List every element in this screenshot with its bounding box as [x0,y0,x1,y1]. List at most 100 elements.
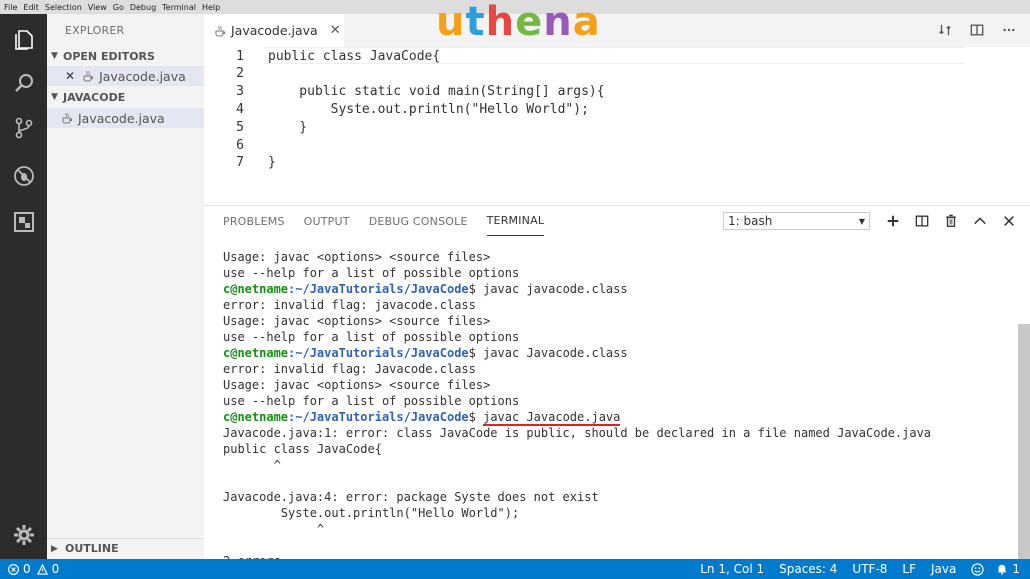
explorer-title: EXPLORER [65,24,125,37]
open-editors-label: OPEN EDITORS [63,49,155,63]
feedback-smiley-icon[interactable] [971,562,984,576]
settings-gear-icon[interactable] [10,521,37,548]
editor-tab-bar: Javacode.java ✕ [204,14,1030,47]
warning-count[interactable]: 0 [52,562,60,576]
terminal-command: $ javac javacode.class [468,282,628,296]
line-number: 7 [236,155,244,171]
split-editor-icon[interactable] [968,22,986,38]
prompt-path: :~/JavaTutorials/JavaCode [288,410,469,424]
menu-selection[interactable]: Selection [45,3,82,12]
logo-letter: n [543,0,573,45]
java-file-icon [62,112,72,124]
terminal-prompt-symbol: $ [468,410,484,424]
file-tree-item[interactable]: Javacode.java [47,108,204,128]
uthena-logo: uthena [436,0,601,45]
bottom-panel: PROBLEMS OUTPUT DEBUG CONSOLE TERMINAL 1… [204,205,1030,579]
code-text: public static void main(String[] args){ [268,84,605,100]
explorer-sidebar: EXPLORER ▼ OPEN EDITORS ✕ Javacode.java … [47,14,204,559]
chevron-down-icon: ▼ [51,92,58,102]
menu-view[interactable]: View [88,3,107,12]
terminal-line: Usage: javac <options> <source files> [223,378,491,392]
error-count[interactable]: 0 [23,562,31,576]
terminal-select[interactable]: 1: bash ▼ [723,212,870,230]
tab-terminal[interactable]: TERMINAL [486,206,545,236]
search-icon[interactable] [10,69,37,96]
line-number: 1 [236,48,244,64]
open-changes-icon[interactable] [936,22,954,38]
line-number: 3 [236,84,244,100]
menu-terminal[interactable]: Terminal [162,3,196,12]
code-line: 5 } [204,118,1030,136]
more-actions-icon[interactable] [1000,22,1018,38]
code-line: 3 public static void main(String[] args)… [204,83,1030,101]
terminal-line: Usage: javac <options> <source files> [223,314,491,328]
indentation[interactable]: Spaces: 4 [779,562,837,576]
terminal-line: use --help for a list of possible option… [223,330,520,344]
code-line: 6 [204,136,1030,154]
open-editor-item[interactable]: ✕ Javacode.java [47,66,204,86]
prompt-user: c@netname [223,282,289,296]
terminal-line: public class JavaCode{ [223,442,382,456]
warning-icon[interactable] [36,563,48,575]
menu-debug[interactable]: Debug [130,3,156,12]
tab-problems[interactable]: PROBLEMS [223,206,285,236]
trash-icon[interactable] [942,212,960,230]
terminal-line: Syste.out.println("Hello World"); [223,506,520,520]
editor-tab[interactable]: Javacode.java ✕ [204,14,344,47]
notification-count[interactable]: 1 [1012,562,1020,576]
error-icon[interactable] [8,563,19,575]
code-editor[interactable]: 1 public class JavaCode{2 3 public static … [204,47,1030,202]
explorer-icon[interactable] [10,26,37,53]
chevron-down-icon: ▼ [51,51,58,61]
highlighted-command: javac Javacode.java [483,410,621,426]
terminal-line: error: invalid flag: javacode.class [223,298,476,312]
code-line: 1 public class JavaCode{ [204,47,1030,65]
terminal-command: $ javac Javacode.class [468,346,628,360]
project-section[interactable]: ▼ JAVACODE [47,87,204,107]
close-icon[interactable]: ✕ [65,69,75,83]
code-text: Syste.out.println("Hello World"); [268,101,589,117]
terminal-error-line: Javacode.java:4: error: package Syste do… [223,490,599,504]
code-line: 2 [204,65,1030,83]
logo-letter: u [436,0,466,45]
prompt-path: :~/JavaTutorials/JavaCode [288,346,469,360]
new-terminal-icon[interactable] [884,212,902,230]
source-control-icon[interactable] [10,114,37,141]
notification-bell-icon[interactable] [996,563,1008,575]
close-panel-icon[interactable] [1000,212,1018,230]
cursor-position[interactable]: Ln 1, Col 1 [700,562,764,576]
tab-output[interactable]: OUTPUT [304,206,350,236]
logo-letter: h [485,0,516,45]
extensions-icon[interactable] [10,208,37,235]
logo-letter: t [465,0,486,45]
line-ending[interactable]: LF [902,562,916,576]
close-icon[interactable]: ✕ [330,23,341,38]
terminal-line: use --help for a list of possible option… [223,266,520,280]
language-mode[interactable]: Java [931,562,956,576]
code-text: public class JavaCode{ [268,48,441,64]
open-editors-section[interactable]: ▼ OPEN EDITORS [47,46,204,66]
logo-text: uthena [436,0,601,45]
tab-debug-console[interactable]: DEBUG CONSOLE [369,206,468,236]
terminal-scrollbar[interactable] [1018,324,1030,560]
encoding[interactable]: UTF-8 [852,562,887,576]
terminal-error-line: Javacode.java:1: error: class JavaCode i… [223,426,932,440]
menu-file[interactable]: File [4,3,17,12]
debug-icon[interactable] [10,162,37,189]
terminal-output[interactable]: Usage: javac <options> <source files> us… [223,249,1013,579]
java-file-icon [215,25,225,36]
logo-letter: e [515,0,544,45]
outline-section[interactable]: ▶ OUTLINE [47,538,204,558]
maximize-panel-icon[interactable] [971,212,989,230]
split-terminal-icon[interactable] [913,212,931,230]
menu-go[interactable]: Go [113,3,124,12]
prompt-user: c@netname [223,346,289,360]
prompt-path: :~/JavaTutorials/JavaCode [288,282,469,296]
terminal-line: Usage: javac <options> <source files> [223,250,491,264]
menu-help[interactable]: Help [202,3,220,12]
terminal-select-value: 1: bash [728,214,773,228]
menu-edit[interactable]: Edit [23,3,39,12]
outline-label: OUTLINE [65,542,119,555]
